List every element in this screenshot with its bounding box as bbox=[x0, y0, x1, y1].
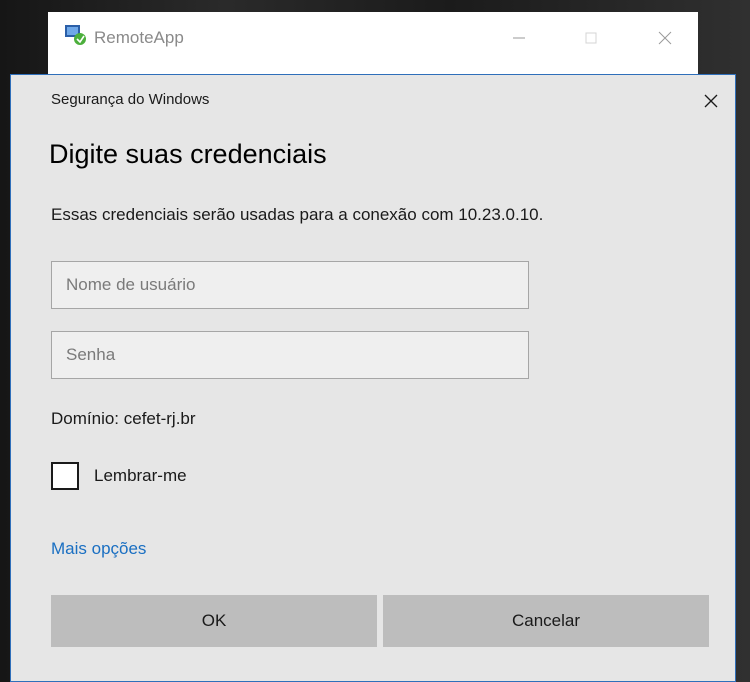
dialog-caption: Segurança do Windows bbox=[51, 91, 210, 108]
close-icon[interactable] bbox=[642, 18, 688, 58]
dialog-heading: Digite suas credenciais bbox=[49, 139, 327, 169]
more-options-link[interactable]: Mais opções bbox=[51, 539, 146, 559]
remoteapp-title: RemoteApp bbox=[94, 28, 184, 47]
remoteapp-titlebar[interactable]: RemoteApp bbox=[48, 12, 698, 72]
remember-me-label: Lembrar-me bbox=[94, 466, 187, 485]
remoteapp-window: RemoteApp bbox=[48, 12, 698, 78]
windows-security-dialog: Segurança do Windows Digite suas credenc… bbox=[10, 74, 736, 682]
username-input[interactable] bbox=[51, 261, 529, 309]
minimize-icon[interactable] bbox=[496, 18, 542, 58]
maximize-icon[interactable] bbox=[568, 18, 614, 58]
dialog-description: Essas credenciais serão usadas para a co… bbox=[51, 205, 544, 224]
domain-label: Domínio: cefet-rj.br bbox=[51, 409, 196, 428]
checkbox-box[interactable] bbox=[51, 462, 79, 490]
password-input[interactable] bbox=[51, 331, 529, 379]
ok-button[interactable]: OK bbox=[51, 595, 377, 647]
cancel-button[interactable]: Cancelar bbox=[383, 595, 709, 647]
remoteapp-icon bbox=[64, 24, 88, 46]
dialog-close-icon[interactable] bbox=[693, 83, 729, 119]
remember-me-checkbox[interactable]: Lembrar-me bbox=[51, 461, 187, 491]
